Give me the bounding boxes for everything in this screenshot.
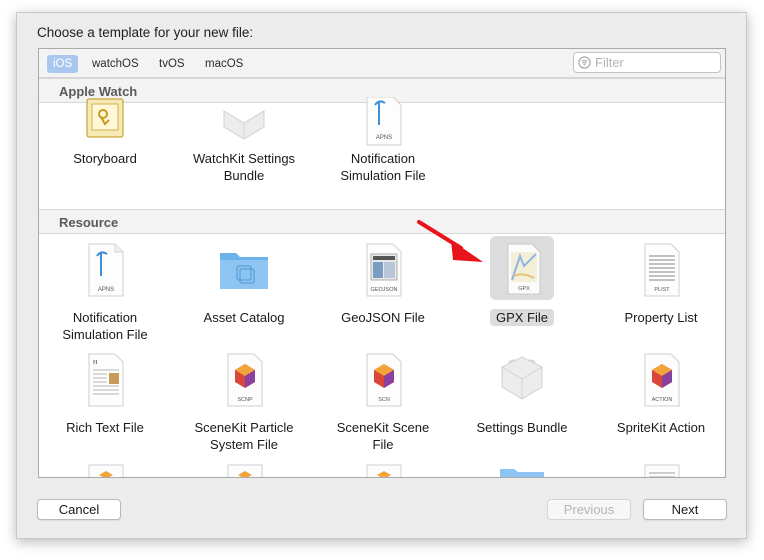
tab-tvos[interactable]: tvOS — [153, 55, 191, 73]
template-label-line2: Bundle — [223, 168, 265, 183]
template-partial[interactable] — [175, 461, 313, 477]
file-badge: APNS — [376, 135, 392, 141]
template-label: GPX File — [453, 309, 591, 326]
template-scenekit-particle-system-file[interactable]: SCNP SceneKit Particle System File — [175, 349, 313, 459]
template-label: SpriteKit Action — [616, 420, 706, 435]
template-label: GeoJSON File — [341, 310, 425, 325]
template-label-line2: Simulation File — [340, 168, 426, 183]
template-settings-bundle[interactable]: Settings Bundle — [453, 349, 591, 459]
file-badge: APNS — [98, 287, 114, 293]
template-label: Rich Text File — [66, 420, 144, 435]
next-button[interactable]: Next — [643, 499, 727, 520]
template-notification-simulation-file[interactable]: APNS Notification Simulation File — [39, 239, 174, 349]
scnp-file-icon: SCNP — [212, 350, 276, 414]
template-partial[interactable] — [592, 461, 725, 477]
template-partial[interactable] — [314, 461, 452, 477]
filter-input[interactable] — [595, 54, 713, 71]
folder-icon — [212, 245, 276, 309]
annotation-arrow-icon — [417, 220, 483, 262]
lego-brick-icon — [490, 353, 554, 417]
plist-file-icon: PLIST — [629, 240, 693, 304]
geojson-file-icon: GEOJSON — [351, 240, 415, 304]
tab-watchos[interactable]: watchOS — [86, 55, 145, 73]
template-property-list[interactable]: PLIST Property List — [592, 239, 725, 349]
new-file-dialog: Choose a template for your new file: iOS… — [16, 12, 747, 539]
cancel-button[interactable]: Cancel — [37, 499, 121, 520]
section-header-resource: Resource — [39, 209, 725, 234]
template-label-line1: Notification — [72, 310, 138, 325]
template-label: Property List — [624, 310, 698, 325]
previous-button[interactable]: Previous — [547, 499, 631, 520]
template-label-line2: Simulation File — [62, 327, 148, 342]
scn-file-icon — [351, 461, 415, 477]
rich-text-file-icon: H — [73, 350, 137, 414]
plist-file-icon — [629, 461, 693, 477]
scn-file-icon — [73, 461, 137, 477]
template-label-line1: SceneKit Scene — [336, 420, 430, 435]
filter-icon — [578, 56, 591, 69]
template-spritekit-action[interactable]: ACTION SpriteKit Action — [592, 349, 725, 459]
template-label-line1: WatchKit Settings — [192, 151, 296, 166]
template-partial[interactable] — [39, 461, 174, 477]
gpx-file-icon: GPX — [490, 236, 554, 300]
filter-field[interactable] — [573, 52, 721, 73]
template-browser: iOS watchOS tvOS macOS Apple Watch — [38, 48, 726, 478]
tab-ios[interactable]: iOS — [47, 55, 79, 73]
template-scenekit-scene-file[interactable]: SCN SceneKit Scene File — [314, 349, 452, 459]
template-label: Settings Bundle — [476, 420, 568, 435]
template-label: Storyboard — [73, 151, 137, 166]
template-label-line2: File — [372, 437, 394, 452]
template-rich-text-file[interactable]: H Rich Text File — [39, 349, 174, 459]
platform-toolbar: iOS watchOS tvOS macOS — [39, 49, 725, 78]
template-label: Asset Catalog — [203, 310, 285, 325]
file-badge: PLIST — [654, 287, 670, 293]
apns-file-icon: APNS — [73, 240, 137, 304]
scn-file-icon — [212, 461, 276, 477]
file-badge: GPX — [518, 286, 530, 292]
dialog-prompt: Choose a template for your new file: — [37, 25, 254, 40]
template-label-line1: Notification — [350, 151, 416, 166]
file-badge: SCN — [378, 397, 390, 403]
file-badge: ACTION — [652, 397, 673, 403]
action-file-icon: ACTION — [629, 350, 693, 414]
scn-file-icon: SCN — [351, 350, 415, 414]
template-label-line2: System File — [210, 437, 278, 452]
file-badge: SCNP — [237, 397, 253, 403]
template-asset-catalog[interactable]: Asset Catalog — [175, 239, 313, 349]
svg-text:H: H — [93, 360, 98, 366]
folder-icon — [490, 461, 554, 477]
template-partial[interactable] — [453, 461, 591, 477]
template-label-line1: SceneKit Particle — [194, 420, 294, 435]
tab-macos[interactable]: macOS — [199, 55, 249, 73]
file-badge: GEOJSON — [371, 287, 398, 293]
